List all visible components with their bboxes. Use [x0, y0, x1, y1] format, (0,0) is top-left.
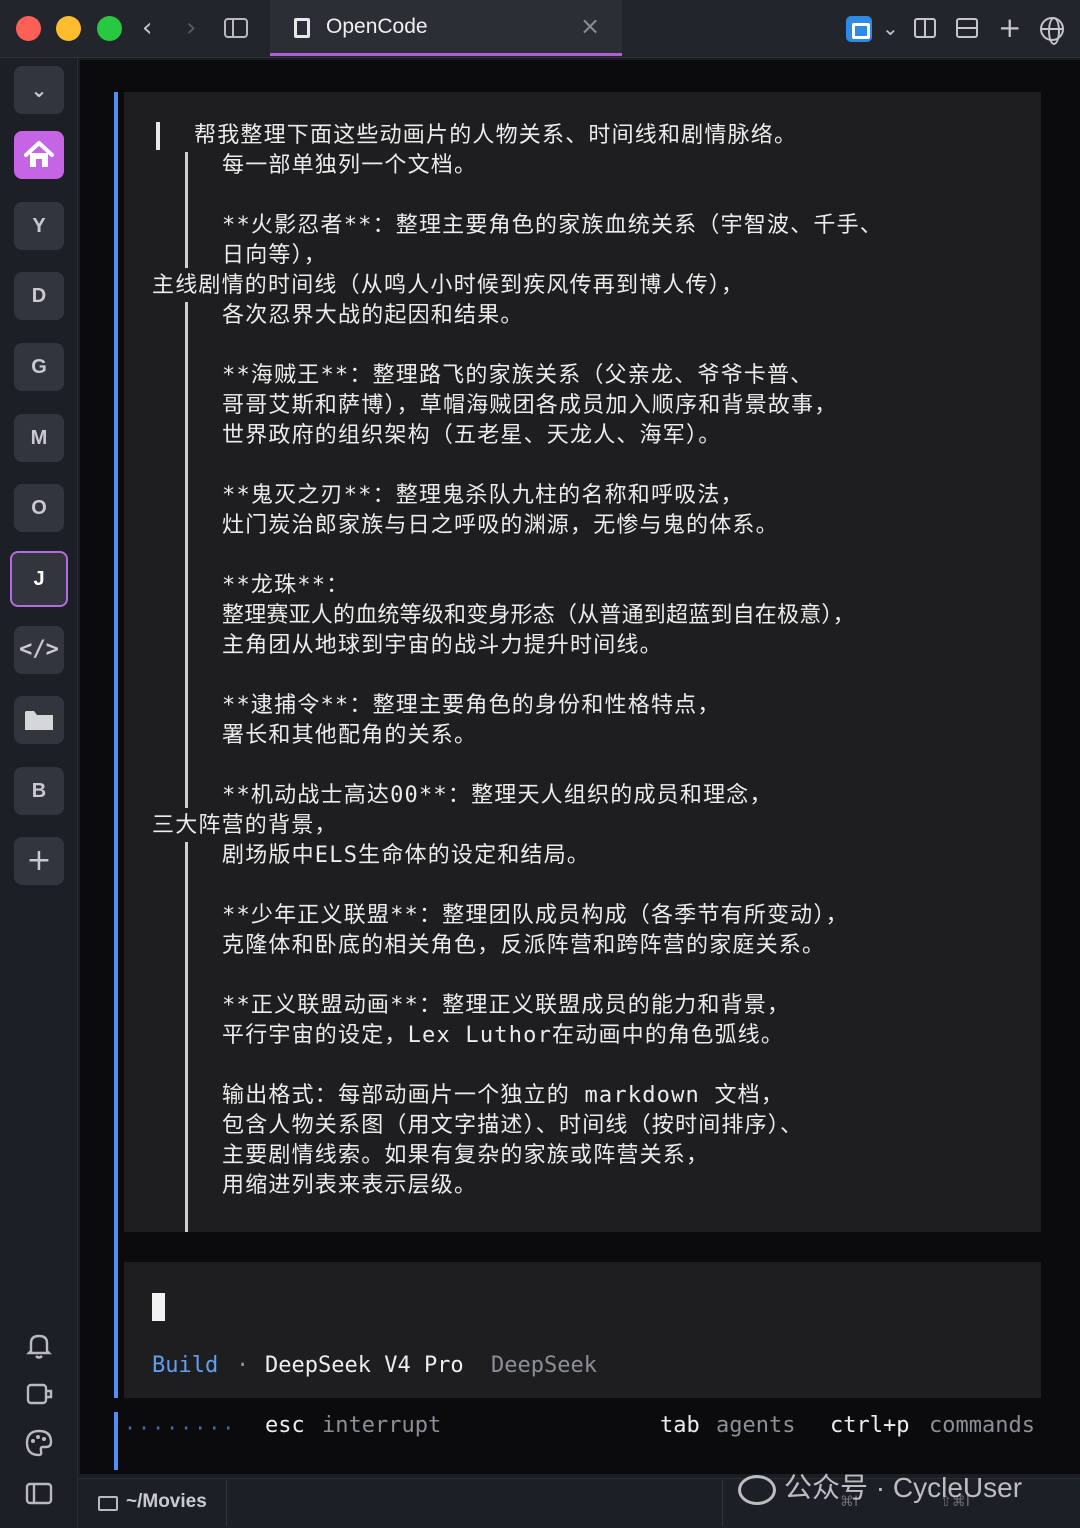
- tab-close-icon[interactable]: ×: [580, 12, 600, 40]
- split-vertical-icon[interactable]: [914, 18, 936, 38]
- message-line: 输出格式：每部动画片一个独立的 markdown 文档，: [222, 1083, 785, 1108]
- message-line: 平行宇宙的设定，Lex Luthor在动画中的角色弧线。: [222, 1023, 785, 1048]
- bell-icon[interactable]: [22, 1328, 56, 1362]
- tab-hint: agents: [716, 1413, 796, 1438]
- close-window-button[interactable]: [16, 16, 41, 41]
- message-line: 各次忍界大战的起因和结果。: [222, 303, 524, 328]
- message-line: 哥哥艾斯和萨博），草帽海贼团各成员加入顺序和背景故事，: [222, 393, 838, 418]
- model-name[interactable]: DeepSeek V4 Pro: [265, 1351, 464, 1381]
- globe-icon[interactable]: [1040, 17, 1064, 45]
- vscode-icon[interactable]: [846, 16, 872, 42]
- message-line: **少年正义联盟**：整理团队成员构成（各季节有所变动），: [222, 903, 849, 928]
- ctrl-p-key: ctrl+p: [830, 1413, 910, 1438]
- new-tab-plus-icon[interactable]: +: [998, 14, 1021, 42]
- message-line: **机动战士高达00**：整理天人组织的成员和理念，: [222, 783, 773, 808]
- divider: [226, 1480, 227, 1526]
- message-line: 剧场版中ELS生命体的设定和结局。: [222, 843, 591, 868]
- mode-separator: ·: [236, 1353, 250, 1378]
- rail-item-m[interactable]: M: [14, 414, 64, 462]
- message-line: 包含人物关系图（用文字描述）、时间线（按时间排序）、: [222, 1113, 804, 1138]
- rail-item-j[interactable]: J: [10, 551, 68, 607]
- terminal-tab-icon: [294, 18, 310, 38]
- back-arrow-icon[interactable]: ‹: [142, 12, 152, 44]
- message-line: 克隆体和卧底的相关角色，反派阵营和跨阵营的家庭关系。: [222, 933, 826, 958]
- rail-item-o[interactable]: O: [14, 484, 64, 532]
- message-line: **鬼灭之刃**：整理鬼杀队九柱的名称和呼吸法，: [222, 483, 744, 508]
- message-line: **逮捕令**：整理主要角色的身份和性格特点，: [222, 693, 721, 718]
- message-accent-bar: [114, 92, 118, 1398]
- rail-item-g[interactable]: G: [14, 343, 64, 391]
- message-line: 主要剧情线索。如果有复杂的家族或阵营关系，: [222, 1143, 710, 1168]
- divider: [722, 1480, 723, 1526]
- forward-arrow-icon[interactable]: ›: [186, 12, 196, 44]
- message-line: 灶门炭治郎家族与日之呼吸的渊源，无惨与鬼的体系。: [222, 513, 779, 538]
- message-line: **龙珠**：: [222, 573, 350, 598]
- indent-bar: [185, 842, 188, 1232]
- message-line: 主线剧情的时间线（从鸣人小时候到疾风传再到博人传），: [152, 273, 745, 298]
- message-line: 世界政府的组织架构（五老星、天龙人、海军）。: [222, 423, 722, 448]
- palette-icon[interactable]: [22, 1426, 56, 1460]
- indent-bar: [185, 302, 188, 808]
- message-line: 署长和其他配角的关系。: [222, 723, 478, 748]
- chevron-down-icon[interactable]: ⌄: [882, 14, 899, 42]
- current-directory[interactable]: ~/Movies: [126, 1491, 207, 1513]
- rail-home-button[interactable]: [14, 131, 64, 179]
- sidebar-toggle-icon[interactable]: [224, 18, 248, 38]
- message-line: 日向等），: [222, 243, 328, 268]
- message-line: 整理赛亚人的血统等级和变身形态（从普通到超蓝到自在极意），: [222, 603, 855, 628]
- rail-collapse-button[interactable]: ⌄: [14, 66, 64, 114]
- esc-key: esc: [265, 1413, 305, 1438]
- tab-key: tab: [660, 1413, 700, 1438]
- message-marker: [156, 122, 160, 150]
- home-icon: [24, 141, 54, 167]
- commands-hint: commands: [929, 1413, 1035, 1438]
- mode-label[interactable]: Build: [152, 1351, 218, 1381]
- message-line: **火影忍者**：整理主要角色的家族血统关系（宇智波、千手、: [222, 213, 883, 238]
- indent-bar: [185, 152, 188, 268]
- message-line: 用缩进列表来表示层级。: [222, 1173, 478, 1198]
- rail-files-button[interactable]: [14, 696, 64, 744]
- rail-item-d[interactable]: D: [14, 272, 64, 320]
- message-line: 主角团从地球到宇宙的战斗力提升时间线。: [222, 633, 663, 658]
- provider-name: DeepSeek: [491, 1353, 597, 1378]
- folder-icon: [98, 1496, 118, 1511]
- text-cursor: [152, 1293, 165, 1321]
- footer-accent-bar: [114, 1412, 118, 1470]
- message-line: 帮我整理下面这些动画片的人物关系、时间线和剧情脉络。: [194, 123, 798, 148]
- message-line: 每一部单独列一个文档。: [222, 153, 478, 178]
- progress-dots: ········: [124, 1416, 237, 1440]
- minimize-window-button[interactable]: [56, 16, 81, 41]
- message-line: **正义联盟动画**：整理正义联盟成员的能力和背景，: [222, 993, 791, 1018]
- plugin-icon[interactable]: [22, 1377, 56, 1411]
- rail-item-b[interactable]: B: [14, 767, 64, 815]
- message-line: **海贼王**：整理路飞的家族关系（父亲龙、爷爷卡普、: [222, 363, 814, 388]
- watermark-text: 公众号 · CycleUser: [784, 1472, 1023, 1503]
- code-icon[interactable]: </>: [14, 626, 64, 674]
- watermark: 公众号 · CycleUser: [738, 1466, 1022, 1506]
- rail-item-y[interactable]: Y: [14, 202, 64, 250]
- panel-toggle-icon[interactable]: [22, 1476, 56, 1510]
- maximize-window-button[interactable]: [97, 16, 122, 41]
- tab-opencode[interactable]: OpenCode ×: [270, 0, 622, 56]
- wechat-icon: [738, 1474, 776, 1505]
- split-horizontal-icon[interactable]: [956, 18, 978, 38]
- tab-title: OpenCode: [326, 15, 428, 38]
- rail-add-button[interactable]: +: [14, 837, 64, 885]
- folder-icon: [25, 711, 53, 730]
- message-line: 三大阵营的背景，: [152, 813, 338, 838]
- esc-hint: interrupt: [322, 1413, 442, 1438]
